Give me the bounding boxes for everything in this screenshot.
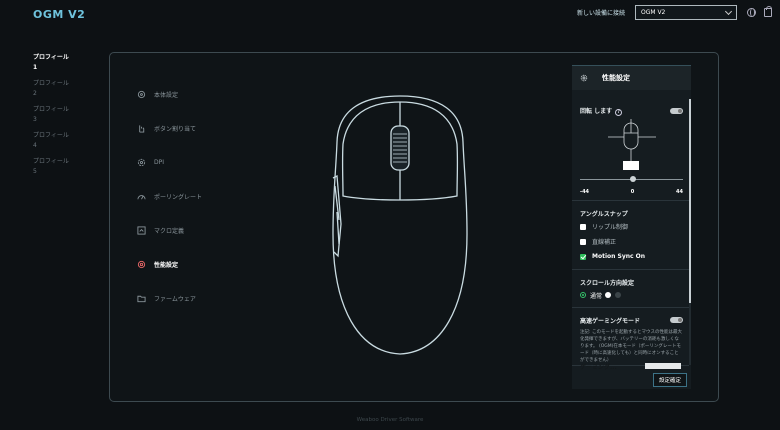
menu-item-label: 性能設定	[154, 261, 179, 269]
motion-sync-option[interactable]: Motion Sync On	[580, 249, 683, 264]
motion-sync-checkbox[interactable]	[580, 253, 586, 260]
device-select-value: OGM V2	[641, 9, 666, 16]
bag-icon[interactable]	[764, 6, 772, 17]
profile-item-5[interactable]: プロフィール 5	[33, 157, 73, 177]
scroll-direction-title: スクロール方向設定	[580, 279, 635, 287]
next-section-label: ゲーミング...	[580, 363, 617, 371]
slider-mid-label: 0	[630, 189, 635, 195]
chevron-down-icon	[724, 7, 733, 15]
footer-text: Weaboo Driver Software	[356, 417, 424, 423]
save-settings-button[interactable]: 設定確定	[653, 373, 687, 387]
speed-icon	[136, 191, 146, 201]
mouse-illustration	[329, 94, 471, 360]
angle-snap-section: アングルスナップ リップル制御 直線補正 Motion Sync On	[572, 201, 691, 270]
gaming-mode-toggle[interactable]	[670, 317, 683, 323]
motion-sync-label: Motion Sync On	[592, 253, 646, 260]
menu-item-polling-rate[interactable]: ポーリングレート	[136, 179, 276, 213]
slider-max-label: 44	[676, 189, 683, 195]
dpi-icon	[136, 157, 146, 167]
settings-scroll-area[interactable]: 回転 します? 0 -44 0 44 アングルスナップ リップル制御 直線補正 …	[572, 99, 691, 365]
menu-item-macro[interactable]: マクロ定義	[136, 213, 276, 247]
device-select[interactable]: OGM V2	[635, 5, 737, 20]
scroll-reverse-radio[interactable]	[615, 292, 622, 298]
menu-item-dpi[interactable]: DPI	[136, 145, 276, 179]
scroll-direction-options: 通常	[580, 288, 683, 302]
profile-item-1[interactable]: プロフィール 1	[33, 53, 73, 73]
gaming-mode-title: 高速ゲーミングモード	[580, 317, 641, 325]
connect-device-link[interactable]: 新しい設備に接続	[577, 8, 625, 17]
ripple-control-label: リップル制御	[592, 224, 629, 231]
ripple-control-checkbox[interactable]	[580, 223, 586, 230]
menu-item-button-assign[interactable]: ボタン割り当て	[136, 111, 276, 145]
settings-title: 性能設定	[602, 74, 630, 82]
globe-icon[interactable]	[747, 8, 756, 17]
slider-min-label: -44	[580, 189, 590, 195]
menu-item-label: ファームウェア	[154, 295, 196, 303]
settings-header: 性能設定	[572, 65, 691, 90]
ripple-control-option[interactable]: リップル制御	[580, 219, 683, 234]
straight-correction-checkbox[interactable]	[580, 238, 586, 245]
profile-list: プロフィール 1 プロフィール 2 プロフィール 3 プロフィール 4 プロフィ…	[33, 53, 73, 183]
settings-scrollbar[interactable]	[689, 99, 691, 365]
scroll-toggle-knob[interactable]	[605, 292, 612, 298]
profile-item-4[interactable]: プロフィール 4	[33, 131, 73, 151]
next-section-partial: ゲーミング...	[572, 361, 689, 371]
menu-item-label: ポーリングレート	[154, 193, 203, 201]
menu-item-label: DPI	[154, 158, 165, 166]
menu-item-label: マクロ定義	[154, 227, 185, 235]
scroll-direction-section: スクロール方向設定 通常	[572, 270, 691, 308]
profile-item-3[interactable]: プロフィール 3	[33, 105, 73, 125]
gaming-mode-section: 高速ゲーミングモード 注記: このモードを起動するとマウスの性能は最大化発揮でき…	[572, 308, 691, 365]
help-icon[interactable]: ?	[615, 109, 623, 116]
straight-correction-label: 直線補正	[592, 239, 617, 246]
rotation-value-box[interactable]: 0	[623, 161, 639, 170]
folder-icon	[136, 293, 146, 303]
hand-pointer-icon	[136, 123, 146, 133]
rotation-label-wrap: 回転 します?	[580, 106, 623, 116]
settings-panel: 性能設定 回転 します? 0 -44 0 44 アングルスナップ リップル制御 …	[572, 65, 691, 389]
rotation-preview: 0	[580, 117, 683, 173]
scroll-normal-label: 通常	[590, 292, 603, 300]
rotation-slider-ticks: -44 0 44	[580, 189, 683, 195]
rotation-slider[interactable]	[580, 175, 683, 189]
menu-item-device-settings[interactable]: 本体設定	[136, 77, 276, 111]
performance-icon	[136, 259, 146, 269]
straight-correction-option[interactable]: 直線補正	[580, 234, 683, 249]
rotation-slider-handle[interactable]	[630, 176, 636, 182]
angle-snap-title: アングルスナップ	[580, 210, 628, 218]
rotation-section: 回転 します? 0 -44 0 44	[572, 99, 691, 201]
next-section-field[interactable]	[645, 363, 681, 369]
gaming-mode-description: 注記: このモードを起動するとマウスの性能は最大化発揮できますが、バッテリーの消…	[580, 330, 682, 363]
profile-item-2[interactable]: プロフィール 2	[33, 79, 73, 99]
menu-item-firmware[interactable]: ファームウェア	[136, 281, 276, 315]
main-panel: 本体設定 ボタン割り当て DPI ポーリングレート マクロ定義 性能設定 ファー…	[109, 52, 719, 402]
menu-item-label: 本体設定	[154, 91, 179, 99]
gear-icon	[580, 74, 588, 82]
macro-icon	[136, 225, 146, 235]
app-title: OGM V2	[33, 8, 86, 21]
menu-item-performance[interactable]: 性能設定	[136, 247, 276, 281]
settings-menu: 本体設定 ボタン割り当て DPI ポーリングレート マクロ定義 性能設定 ファー…	[136, 77, 276, 315]
scroll-normal-radio[interactable]	[580, 292, 586, 298]
device-icon	[136, 89, 146, 99]
topbar: 新しい設備に接続 OGM V2	[577, 5, 772, 20]
rotation-label: 回転 します	[580, 108, 613, 115]
rotation-toggle[interactable]	[670, 108, 683, 114]
menu-item-label: ボタン割り当て	[154, 125, 197, 133]
scrollbar-thumb[interactable]	[689, 99, 691, 303]
